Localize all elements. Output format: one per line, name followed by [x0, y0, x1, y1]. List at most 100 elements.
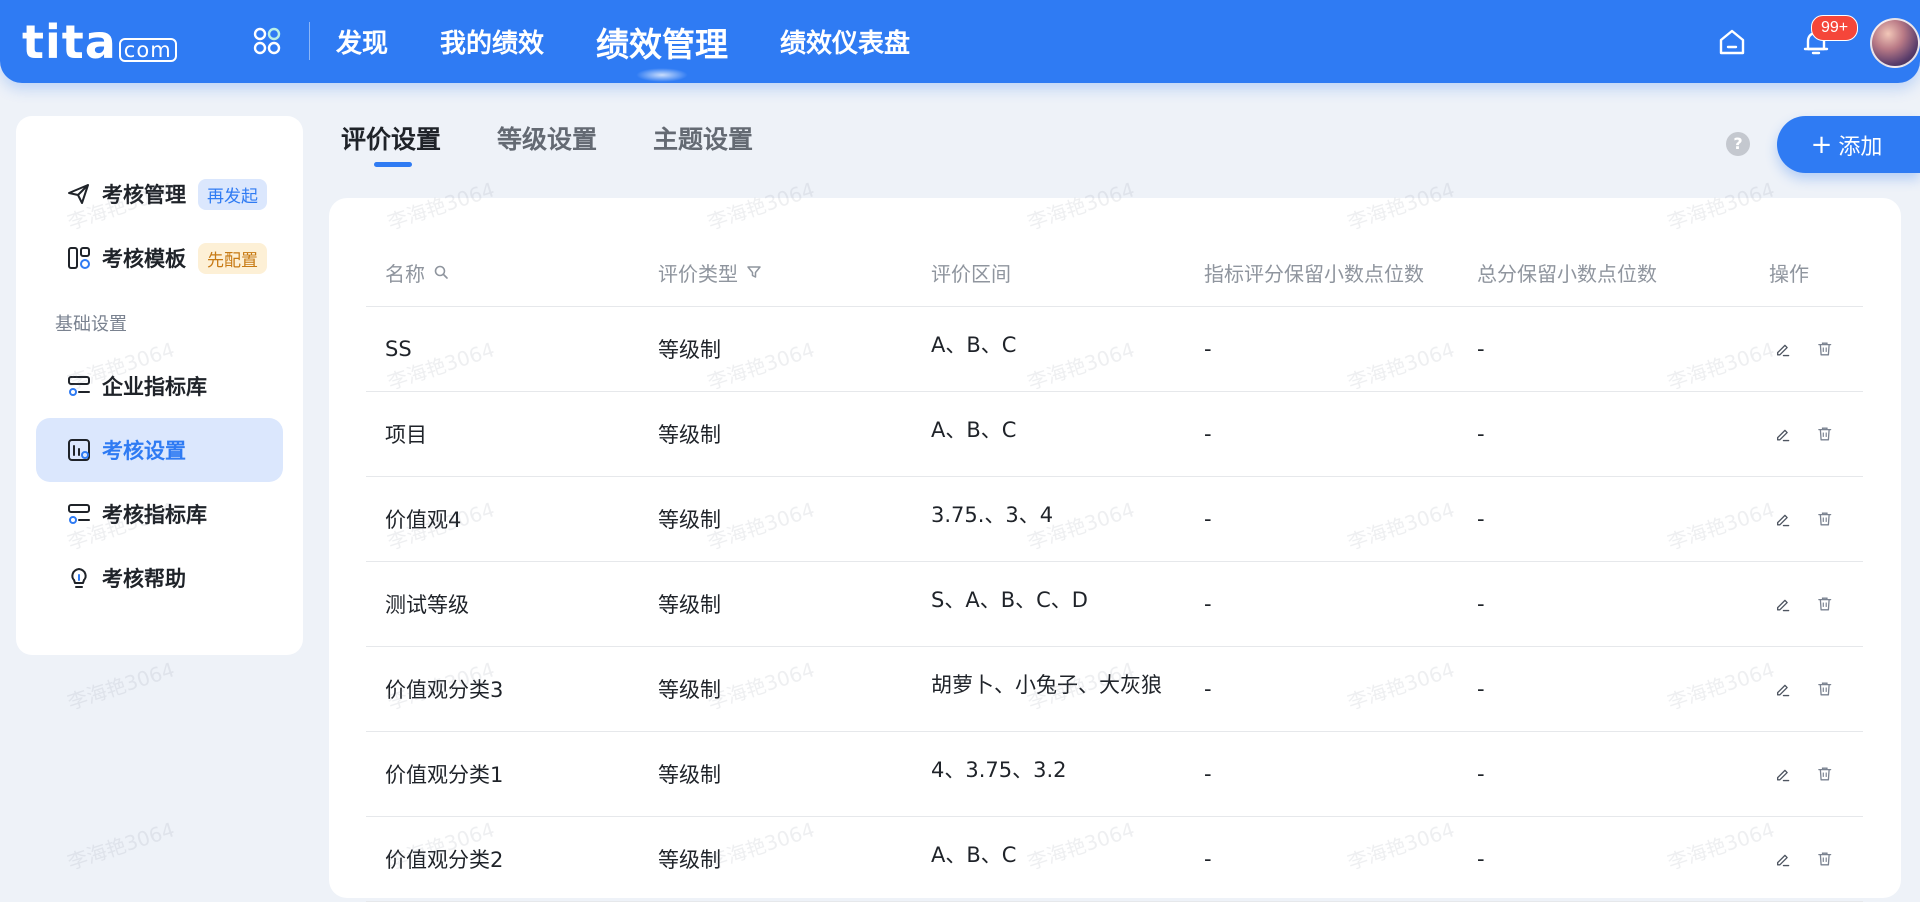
cell-name: 测试等级 — [385, 593, 469, 617]
sidebar-item-label: 考核管理 — [102, 183, 186, 207]
edit-icon[interactable] — [1774, 677, 1792, 701]
nav-divider — [309, 22, 310, 60]
add-button-label: 添加 — [1838, 134, 1883, 160]
cell-range: 3.75.、3、4 — [931, 503, 1054, 527]
edit-icon[interactable] — [1774, 422, 1792, 446]
sidebar-item-enterprise-indicator-library[interactable]: 企业指标库 — [36, 354, 283, 418]
cell-range: A、B、C — [931, 843, 1017, 867]
delete-icon[interactable] — [1816, 507, 1834, 531]
basic-settings-heading: 基础设置 — [55, 314, 127, 335]
cell-actions — [1731, 592, 1863, 616]
cell-indicator-decimals: - — [1204, 337, 1212, 361]
column-header-label: 评价类型 — [658, 261, 738, 286]
cell-actions — [1731, 337, 1863, 361]
sidebar-item-assessment-indicator-library[interactable]: 考核指标库 — [36, 482, 283, 546]
column-header-name: 名称 — [366, 258, 639, 287]
logo-suffix-text: com — [118, 38, 177, 62]
nav-item-discover[interactable]: 发现 — [336, 23, 388, 60]
column-header-label: 名称 — [385, 261, 425, 286]
plus-icon: + — [1810, 129, 1833, 160]
edit-icon[interactable] — [1774, 337, 1792, 361]
nav-item-my-performance[interactable]: 我的绩效 — [440, 23, 544, 60]
template-icon — [68, 247, 90, 269]
search-icon[interactable] — [433, 264, 449, 280]
sidebar-item-assessment-settings[interactable]: 考核设置 — [36, 418, 283, 482]
top-bar: tita com 发现 我的绩效 绩效管理 绩效仪表盘 99+ — [0, 0, 1920, 83]
cell-actions — [1731, 677, 1863, 701]
logo-main-text: tita — [22, 15, 117, 69]
delete-icon[interactable] — [1816, 762, 1834, 786]
cell-range: A、B、C — [931, 418, 1017, 442]
sidebar-item-label: 考核指标库 — [102, 503, 207, 527]
cell-name: 价值观分类1 — [385, 763, 504, 787]
tab-theme-settings[interactable]: 主题设置 — [653, 120, 753, 156]
settings-chart-icon — [68, 439, 90, 461]
cell-name: 价值观分类2 — [385, 848, 504, 872]
cell-type: 等级制 — [658, 763, 721, 787]
cell-actions — [1731, 422, 1863, 446]
edit-icon[interactable] — [1774, 592, 1792, 616]
table-body: SS 等级制 A、B、C - - 项目 等级制 A、B、C - - 价值观4 等级制 3.75.、3、4… — [366, 307, 1863, 902]
home-icon[interactable] — [1716, 26, 1748, 58]
table-header: 名称 评价类型 评价区间 指标评分保留小数点位数 总分保留小数点位数 操作 — [366, 238, 1863, 307]
sidebar-item-assessment-template[interactable]: 考核模板 先配置 — [36, 226, 283, 290]
indicator-library-icon — [68, 376, 90, 396]
table-row: 价值观分类1 等级制 4、3.75、3.2 - - — [366, 732, 1863, 817]
sidebar-item-label: 考核帮助 — [102, 567, 186, 591]
cell-total-decimals: - — [1477, 422, 1485, 446]
sidebar-item-assessment-help[interactable]: 考核帮助 — [36, 546, 283, 610]
cell-range: 4、3.75、3.2 — [931, 758, 1067, 782]
sidebar-item-label: 考核设置 — [102, 439, 186, 463]
tab-grade-settings[interactable]: 等级设置 — [497, 120, 597, 156]
table-row: SS 等级制 A、B、C - - — [366, 307, 1863, 392]
edit-icon[interactable] — [1774, 762, 1792, 786]
edit-icon[interactable] — [1774, 507, 1792, 531]
cell-type: 等级制 — [658, 338, 721, 362]
nav-item-performance-management[interactable]: 绩效管理 — [596, 18, 728, 82]
column-header-type: 评价类型 — [639, 258, 912, 287]
user-avatar[interactable] — [1870, 18, 1920, 68]
delete-icon[interactable] — [1816, 337, 1834, 361]
send-icon — [68, 184, 89, 204]
delete-icon[interactable] — [1816, 847, 1834, 871]
cell-total-decimals: - — [1477, 847, 1485, 871]
nav-item-performance-dashboard[interactable]: 绩效仪表盘 — [780, 23, 910, 60]
cell-name: 价值观分类3 — [385, 678, 504, 702]
cell-actions — [1731, 507, 1863, 531]
configure-first-tag: 先配置 — [198, 242, 267, 274]
cell-indicator-decimals: - — [1204, 592, 1212, 616]
cell-range: 胡萝卜、小兔子、大灰狼 — [931, 673, 1162, 697]
cell-name: 项目 — [385, 423, 427, 447]
cell-actions — [1731, 847, 1863, 871]
notification-badge: 99+ — [1811, 15, 1859, 41]
cell-name: 价值观4 — [385, 508, 462, 532]
delete-icon[interactable] — [1816, 422, 1834, 446]
cell-total-decimals: - — [1477, 507, 1485, 531]
column-header-label: 评价区间 — [931, 261, 1011, 286]
watermark-text: 李海艳3064 — [64, 657, 178, 715]
sidebar-item-label: 考核模板 — [102, 247, 186, 271]
app-grid-icon[interactable] — [252, 26, 282, 56]
help-icon[interactable]: ? — [1726, 132, 1750, 156]
cell-total-decimals: - — [1477, 592, 1485, 616]
cell-type: 等级制 — [658, 423, 721, 447]
tita-logo[interactable]: tita com — [22, 16, 177, 68]
cell-range: A、B、C — [931, 333, 1017, 357]
sidebar-item-assessment-management[interactable]: 考核管理 再发起 — [36, 162, 283, 226]
add-button[interactable]: + 添加 — [1777, 116, 1920, 173]
cell-type: 等级制 — [658, 508, 721, 532]
edit-icon[interactable] — [1774, 847, 1792, 871]
column-header-total-decimals: 总分保留小数点位数 — [1458, 258, 1731, 287]
tab-evaluation-settings[interactable]: 评价设置 — [341, 120, 441, 167]
watermark-text: 李海艳3064 — [64, 817, 178, 875]
filter-icon[interactable] — [746, 264, 762, 280]
column-header-indicator-decimals: 指标评分保留小数点位数 — [1185, 258, 1458, 287]
cell-indicator-decimals: - — [1204, 677, 1212, 701]
sidebar-item-label: 企业指标库 — [102, 375, 207, 399]
delete-icon[interactable] — [1816, 592, 1834, 616]
delete-icon[interactable] — [1816, 677, 1834, 701]
column-header-label: 总分保留小数点位数 — [1477, 261, 1657, 286]
table-row: 价值观分类3 等级制 胡萝卜、小兔子、大灰狼 - - — [366, 647, 1863, 732]
table-row: 测试等级 等级制 S、A、B、C、D - - — [366, 562, 1863, 647]
cell-total-decimals: - — [1477, 677, 1485, 701]
